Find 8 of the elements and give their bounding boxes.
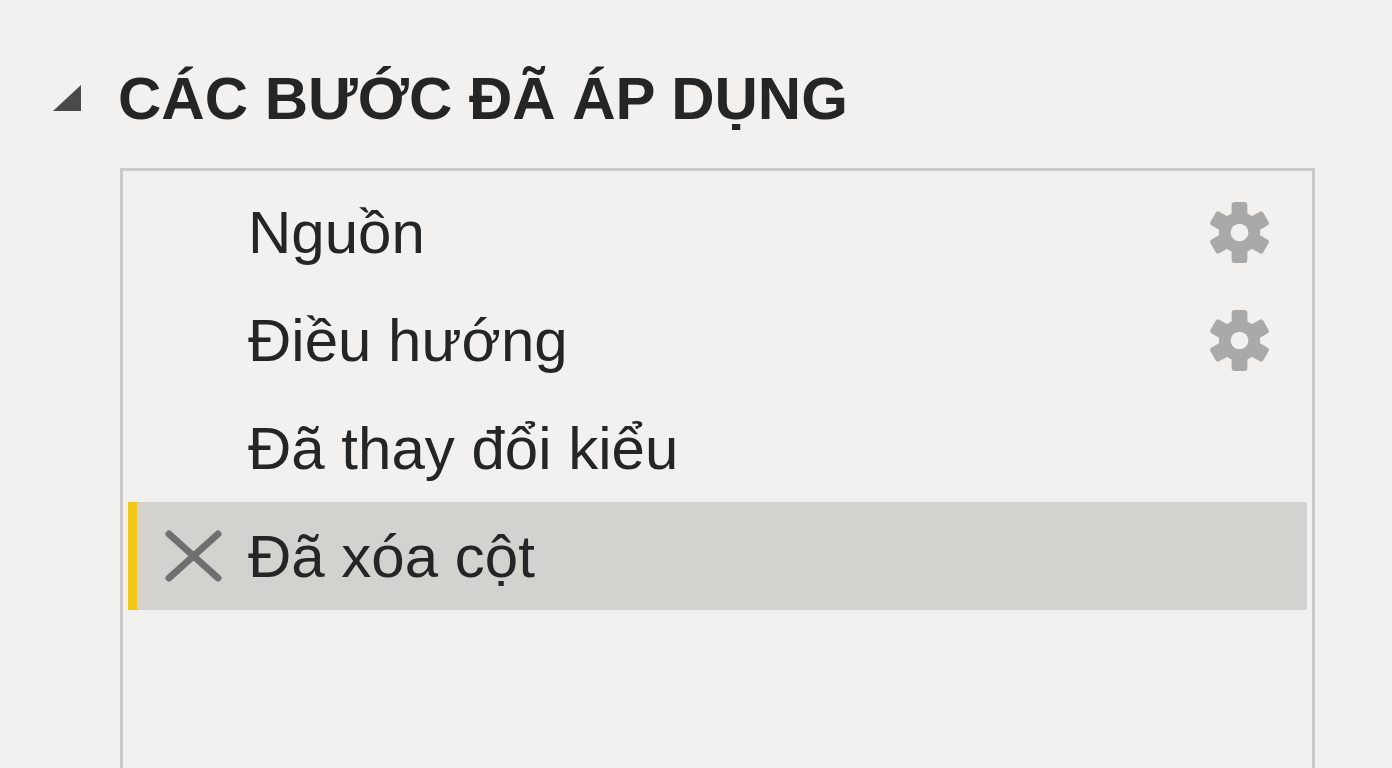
cross-icon[interactable] [165,530,222,582]
step-item[interactable]: Đã thay đổi kiểu [128,394,1307,502]
step-item[interactable]: Đã xóa cột [128,502,1307,610]
step-item[interactable]: Điều hướng [128,286,1307,394]
gear-icon[interactable] [1209,201,1270,263]
step-item[interactable]: Nguồn [128,178,1307,286]
section-title: CÁC BƯỚC ĐÃ ÁP DỤNG [118,63,848,133]
gear-icon[interactable] [1209,309,1270,371]
